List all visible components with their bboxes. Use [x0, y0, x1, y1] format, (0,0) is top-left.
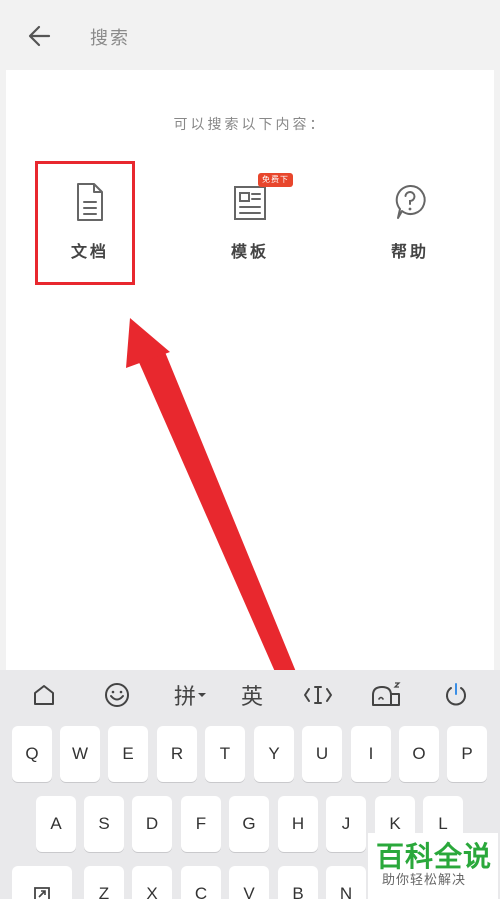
key-a[interactable]: A [36, 796, 76, 852]
key-j[interactable]: J [326, 796, 366, 852]
key-shift[interactable] [12, 866, 72, 899]
key-v[interactable]: V [229, 866, 269, 899]
key-e[interactable]: E [108, 726, 148, 782]
keyboard-logo-icon [34, 685, 54, 705]
free-badge: 免费下 [258, 173, 293, 187]
template-icon [234, 186, 266, 220]
key-z[interactable]: Z [84, 866, 124, 899]
cursor-button[interactable] [298, 678, 338, 712]
sleep-house-icon [372, 682, 401, 706]
keyboard-toolbar: 拼 英 [0, 670, 500, 720]
keyboard-menu-button[interactable] [24, 678, 64, 712]
key-i[interactable]: I [351, 726, 391, 782]
power-button[interactable] [436, 678, 476, 712]
key-d[interactable]: D [132, 796, 172, 852]
key-x[interactable]: X [132, 866, 172, 899]
key-q[interactable]: Q [12, 726, 52, 782]
key-w[interactable]: W [60, 726, 100, 782]
key-b[interactable]: B [278, 866, 318, 899]
pinyin-label: 拼 [173, 685, 196, 710]
emoji-icon [105, 683, 129, 707]
help-icon [395, 184, 426, 219]
option-help-label: 帮助 [390, 242, 429, 261]
pinyin-button[interactable]: 拼 [168, 678, 212, 712]
search-input[interactable]: 搜索 [90, 24, 130, 50]
key-t[interactable]: T [205, 726, 245, 782]
key-c[interactable]: C [181, 866, 221, 899]
search-hint: 可以搜索以下内容： [173, 117, 327, 133]
emoji-button[interactable] [97, 678, 137, 712]
search-panel: 可以搜索以下内容： 文档 模板 帮助 [6, 70, 494, 670]
key-p[interactable]: P [447, 726, 487, 782]
shift-icon [34, 887, 50, 899]
arrow-left-icon [28, 25, 51, 47]
key-n[interactable]: N [326, 866, 366, 899]
key-o[interactable]: O [399, 726, 439, 782]
key-row-1: Q W E R T Y U I O P [0, 726, 500, 782]
key-r[interactable]: R [157, 726, 197, 782]
key-g[interactable]: G [229, 796, 269, 852]
key-y[interactable]: Y [254, 726, 294, 782]
key-f[interactable]: F [181, 796, 221, 852]
watermark-subtitle: 助你轻松解决 [382, 873, 467, 888]
key-s[interactable]: S [84, 796, 124, 852]
back-button[interactable] [22, 18, 58, 54]
option-template[interactable]: 模板 [190, 170, 310, 280]
english-button[interactable]: 英 [232, 678, 272, 712]
highlight-box [35, 161, 135, 285]
top-bar: 搜索 [0, 0, 500, 70]
english-label: 英 [240, 685, 263, 710]
skin-button[interactable] [366, 678, 406, 712]
key-u[interactable]: U [302, 726, 342, 782]
power-icon [446, 683, 466, 706]
watermark: 百科全说 助你轻松解决 [368, 833, 498, 899]
option-help[interactable]: 帮助 [350, 170, 470, 280]
key-h[interactable]: H [278, 796, 318, 852]
caret-down-icon [198, 693, 206, 697]
option-template-label: 模板 [230, 242, 269, 261]
cursor-move-icon [304, 686, 332, 704]
